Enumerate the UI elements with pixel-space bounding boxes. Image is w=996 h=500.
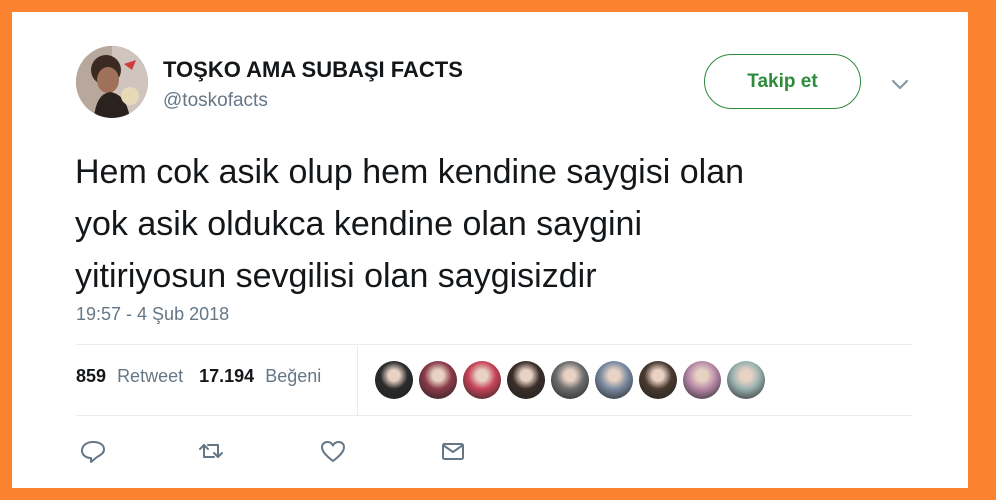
like-label: Beğeni: [265, 366, 322, 386]
liker-avatar-8[interactable]: [683, 361, 721, 399]
liker-avatar-1[interactable]: [375, 361, 413, 399]
liker-avatar-6[interactable]: [595, 361, 633, 399]
like-stat[interactable]: 17.194 Beğeni: [199, 366, 321, 387]
stats-separator: [357, 346, 358, 416]
retweet-label: Retweet: [117, 366, 184, 386]
author-display-name[interactable]: TOŞKO AMA SUBAŞI FACTS: [163, 57, 463, 83]
tweet-text: Hem cok asik olup hem kendine saygisi ol…: [75, 153, 745, 295]
tweet-stats: 859 Retweet 17.194 Beğeni: [76, 366, 337, 387]
author-handle[interactable]: @toskofacts: [163, 90, 268, 112]
liker-avatars: [375, 361, 771, 399]
tweet-actions: [76, 436, 476, 466]
liker-avatar-7[interactable]: [639, 361, 677, 399]
follow-button[interactable]: Takip et: [704, 54, 861, 109]
liker-avatar-4[interactable]: [507, 361, 545, 399]
retweet-count: 859: [76, 366, 107, 386]
liker-avatar-9[interactable]: [727, 361, 765, 399]
author-avatar[interactable]: [76, 46, 148, 118]
direct-message-icon[interactable]: [438, 436, 468, 466]
like-count: 17.194: [199, 366, 255, 386]
stats-top-divider: [76, 344, 912, 345]
liker-avatar-5[interactable]: [551, 361, 589, 399]
retweet-stat[interactable]: 859 Retweet: [76, 366, 183, 387]
liker-avatar-3[interactable]: [463, 361, 501, 399]
like-icon[interactable]: [318, 436, 348, 466]
chevron-down-icon[interactable]: [888, 72, 912, 96]
reply-icon[interactable]: [78, 436, 108, 466]
profile-photo-icon: [76, 46, 148, 118]
tweet-card: TOŞKO AMA SUBAŞI FACTS @toskofacts Takip…: [12, 12, 968, 488]
tweet-timestamp[interactable]: 19:57 - 4 Şub 2018: [76, 304, 229, 325]
liker-avatar-2[interactable]: [419, 361, 457, 399]
stats-bottom-divider: [76, 415, 912, 416]
retweet-icon[interactable]: [196, 436, 226, 466]
